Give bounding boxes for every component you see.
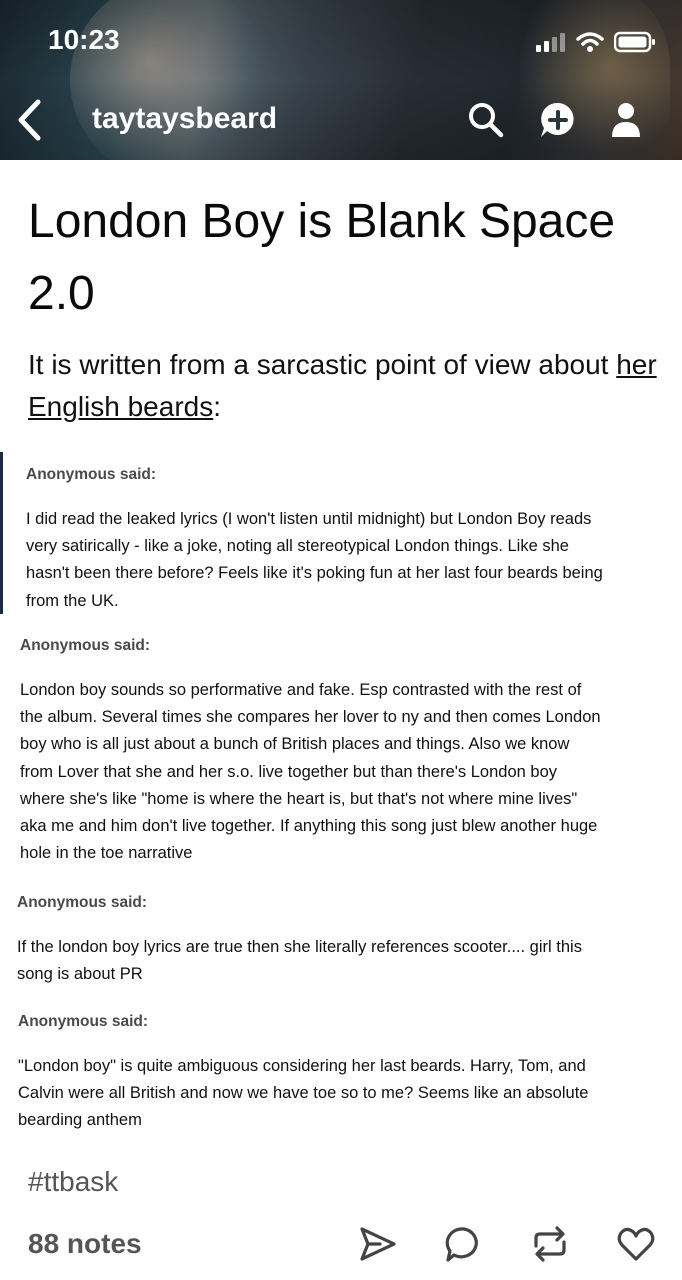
ask-line: from Lover that she and her s.o. live to…: [20, 762, 557, 781]
ask-said: Anonymous said:: [17, 894, 148, 911]
ask-line: If the london boy lyrics are true then s…: [17, 938, 582, 956]
ask-line: aka me and him don't live together. If a…: [20, 817, 598, 836]
share-icon[interactable]: [358, 1224, 398, 1264]
ask-block: Anonymous said: London boy sounds so per…: [20, 637, 670, 867]
ask-line: London boy sounds so performative and fa…: [20, 681, 582, 699]
ask-line: Calvin were all British and now we have …: [18, 1084, 589, 1103]
account-icon[interactable]: [606, 100, 646, 140]
ask-line: from the UK.: [26, 591, 119, 610]
status-time: 10:23: [48, 24, 120, 55]
reply-icon[interactable]: [444, 1224, 484, 1264]
post-intro: It is written from a sarcastic point of …: [28, 344, 668, 428]
ask-line: where she's like "home is where the hear…: [20, 789, 578, 808]
ask-said: Anonymous said:: [26, 466, 157, 483]
ask-line: very satirically - like a joke, noting a…: [26, 537, 569, 556]
blog-name[interactable]: taytaysbeard: [92, 102, 277, 136]
ask-line: hole in the toe narrative: [20, 844, 193, 863]
battery-icon: [614, 31, 655, 53]
compose-icon[interactable]: [538, 100, 578, 140]
ask-said: Anonymous said:: [20, 637, 151, 654]
ask-block: Anonymous said: "London boy" is quite am…: [18, 1013, 668, 1135]
ask-line: "London boy" is quite ambiguous consider…: [18, 1057, 586, 1075]
intro-end: :: [213, 391, 222, 422]
ask-body: I did read the leaked lyrics (I won't li…: [26, 506, 666, 615]
ask-block: Anonymous said: If the london boy lyrics…: [17, 894, 667, 988]
wifi-icon: [576, 32, 604, 52]
ask-line: song is about PR: [17, 965, 143, 984]
ask-line: the album. Several times she compares he…: [20, 708, 601, 727]
ask-line: bearding anthem: [18, 1111, 142, 1130]
reblog-icon[interactable]: [530, 1224, 570, 1264]
search-icon[interactable]: [466, 100, 506, 140]
ask-line: boy who is all just about a bunch of Bri…: [20, 735, 570, 754]
ask-line: I did read the leaked lyrics (I won't li…: [26, 510, 592, 528]
back-icon[interactable]: [14, 98, 44, 142]
status-icons: [536, 28, 656, 56]
signal-icon: [536, 33, 565, 52]
ask-body: "London boy" is quite ambiguous consider…: [18, 1053, 668, 1135]
like-icon[interactable]: [616, 1224, 656, 1264]
ask-block: Anonymous said: I did read the leaked ly…: [26, 466, 666, 615]
ask-said: Anonymous said:: [18, 1013, 149, 1030]
post-title: London Boy is Blank Space 2.0: [28, 195, 616, 320]
blog-header: 10:23 taytaysbeard: [0, 0, 682, 160]
intro-text: It is written from a sarcastic point of …: [28, 349, 617, 380]
post-tag[interactable]: #ttbask: [28, 1166, 118, 1198]
ask-body: If the london boy lyrics are true then s…: [17, 934, 667, 988]
notes-count[interactable]: 88 notes: [28, 1228, 142, 1260]
ask-line: hasn't been there before? Feels like it'…: [26, 564, 603, 583]
ask-body: London boy sounds so performative and fa…: [20, 677, 670, 867]
quote-bar: [0, 452, 3, 614]
